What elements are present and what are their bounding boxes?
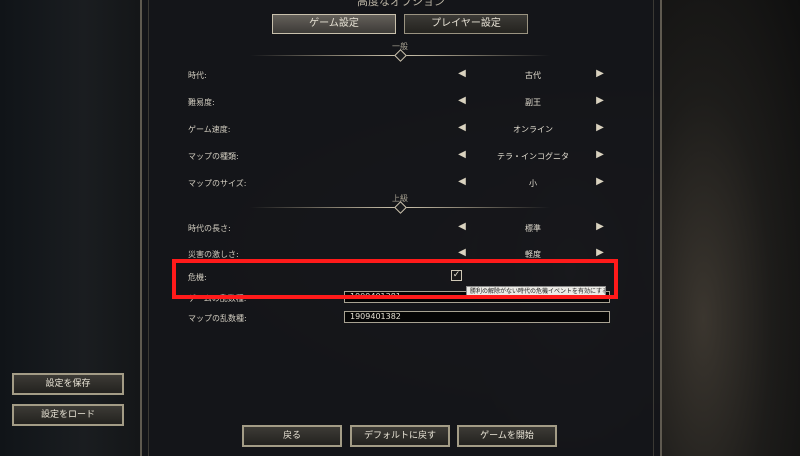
start-game-button[interactable]: ゲームを開始 (457, 425, 557, 447)
panel-title: 高度なオプション (357, 0, 445, 8)
load-config-button[interactable]: 設定をロード (12, 404, 124, 426)
chevron-right-icon[interactable]: ▶ (594, 247, 606, 259)
tab-player-settings[interactable]: プレイヤー設定 (404, 14, 528, 34)
setting-label: マップのサイズ: (188, 179, 247, 188)
tab-game-settings[interactable]: ゲーム設定 (272, 14, 396, 34)
map-seed-input[interactable]: 1909401382 (344, 311, 610, 323)
chevron-left-icon[interactable]: ◀ (456, 247, 468, 259)
setting-label: 時代の長さ: (188, 224, 231, 233)
chevron-right-icon[interactable]: ▶ (594, 149, 606, 161)
chevron-right-icon[interactable]: ▶ (594, 122, 606, 134)
setting-row-era: 時代: ◀ 古代 ▶ (188, 68, 618, 82)
setting-row-map-size: マップのサイズ: ◀ 小 ▶ (188, 176, 618, 190)
chevron-left-icon[interactable]: ◀ (456, 221, 468, 233)
chevron-left-icon[interactable]: ◀ (456, 176, 468, 188)
setting-row-game-speed: ゲーム速度: ◀ オンライン ▶ (188, 122, 618, 136)
highlight-box (172, 259, 618, 299)
chevron-right-icon[interactable]: ▶ (594, 176, 606, 188)
setting-label: ゲーム速度: (188, 125, 231, 134)
chevron-left-icon[interactable]: ◀ (456, 95, 468, 107)
setting-value: 副王 (525, 98, 541, 107)
reset-defaults-button[interactable]: デフォルトに戻す (350, 425, 450, 447)
chevron-right-icon[interactable]: ▶ (594, 68, 606, 80)
chevron-left-icon[interactable]: ◀ (456, 149, 468, 161)
save-config-button[interactable]: 設定を保存 (12, 373, 124, 395)
back-button[interactable]: 戻る (242, 425, 342, 447)
setting-label: 難易度: (188, 98, 215, 107)
chevron-right-icon[interactable]: ▶ (594, 221, 606, 233)
setting-row-map-type: マップの種類: ◀ テラ・インコグニタ ▶ (188, 149, 618, 163)
setting-value: 標準 (525, 224, 541, 233)
chevron-left-icon[interactable]: ◀ (456, 68, 468, 80)
setting-row-era-length: 時代の長さ: ◀ 標準 ▶ (188, 221, 618, 235)
setting-value: オンライン (513, 125, 553, 134)
setting-value: 小 (529, 179, 537, 188)
setting-value: 古代 (525, 71, 541, 80)
background-right (662, 0, 800, 456)
setting-label: マップの種類: (188, 152, 239, 161)
chevron-left-icon[interactable]: ◀ (456, 122, 468, 134)
chevron-right-icon[interactable]: ▶ (594, 95, 606, 107)
setting-value: テラ・インコグニタ (497, 152, 569, 161)
setting-label: 時代: (188, 71, 207, 80)
setting-label: マップの乱数種: (188, 314, 247, 323)
setting-row-difficulty: 難易度: ◀ 副王 ▶ (188, 95, 618, 109)
